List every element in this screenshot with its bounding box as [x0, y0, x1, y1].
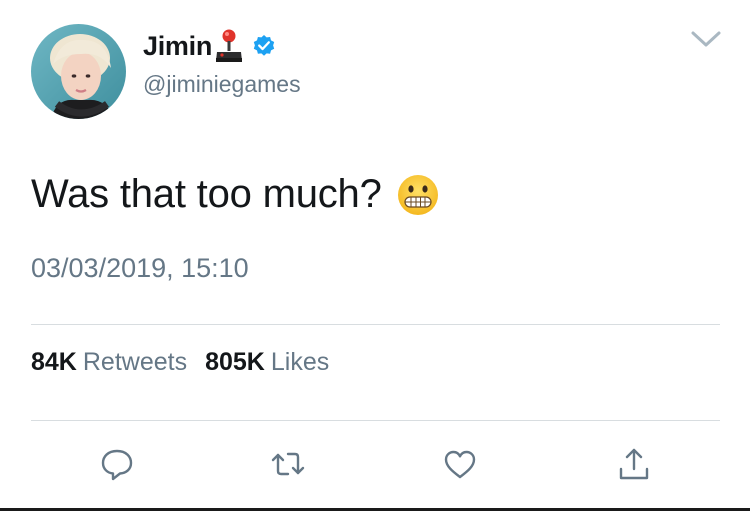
- tweet-text: Was that too much?: [31, 172, 440, 217]
- chevron-down-icon[interactable]: [690, 28, 722, 50]
- display-name[interactable]: Jimin: [143, 31, 212, 62]
- likes-stat[interactable]: 805K Likes: [205, 348, 329, 377]
- retweets-label: Retweets: [82, 348, 188, 376]
- divider: [31, 324, 720, 325]
- verified-badge-icon: [252, 34, 276, 58]
- joystick-icon: [215, 28, 243, 64]
- tweet-stats: 84K Retweets 805K Likes: [31, 348, 329, 377]
- divider: [31, 420, 720, 421]
- name-row: Jimin: [143, 26, 276, 66]
- heart-icon: [444, 450, 476, 479]
- user-handle[interactable]: @jiminiegames: [143, 71, 301, 98]
- retweets-count: 84K: [31, 348, 77, 376]
- retweet-icon: [271, 452, 305, 476]
- reply-button[interactable]: [97, 444, 137, 484]
- like-button[interactable]: [440, 444, 480, 484]
- likes-label: Likes: [270, 348, 330, 376]
- grimacing-face-icon: [396, 173, 440, 217]
- tweet-timestamp[interactable]: 03/03/2019, 15:10: [31, 253, 249, 284]
- avatar[interactable]: [31, 24, 126, 119]
- likes-count: 805K: [205, 348, 265, 376]
- reply-icon: [101, 449, 133, 481]
- share-icon: [619, 448, 649, 480]
- share-button[interactable]: [614, 444, 654, 484]
- tweet-text-body: Was that too much?: [31, 172, 382, 216]
- retweet-button[interactable]: [268, 444, 308, 484]
- retweets-stat[interactable]: 84K Retweets: [31, 348, 187, 377]
